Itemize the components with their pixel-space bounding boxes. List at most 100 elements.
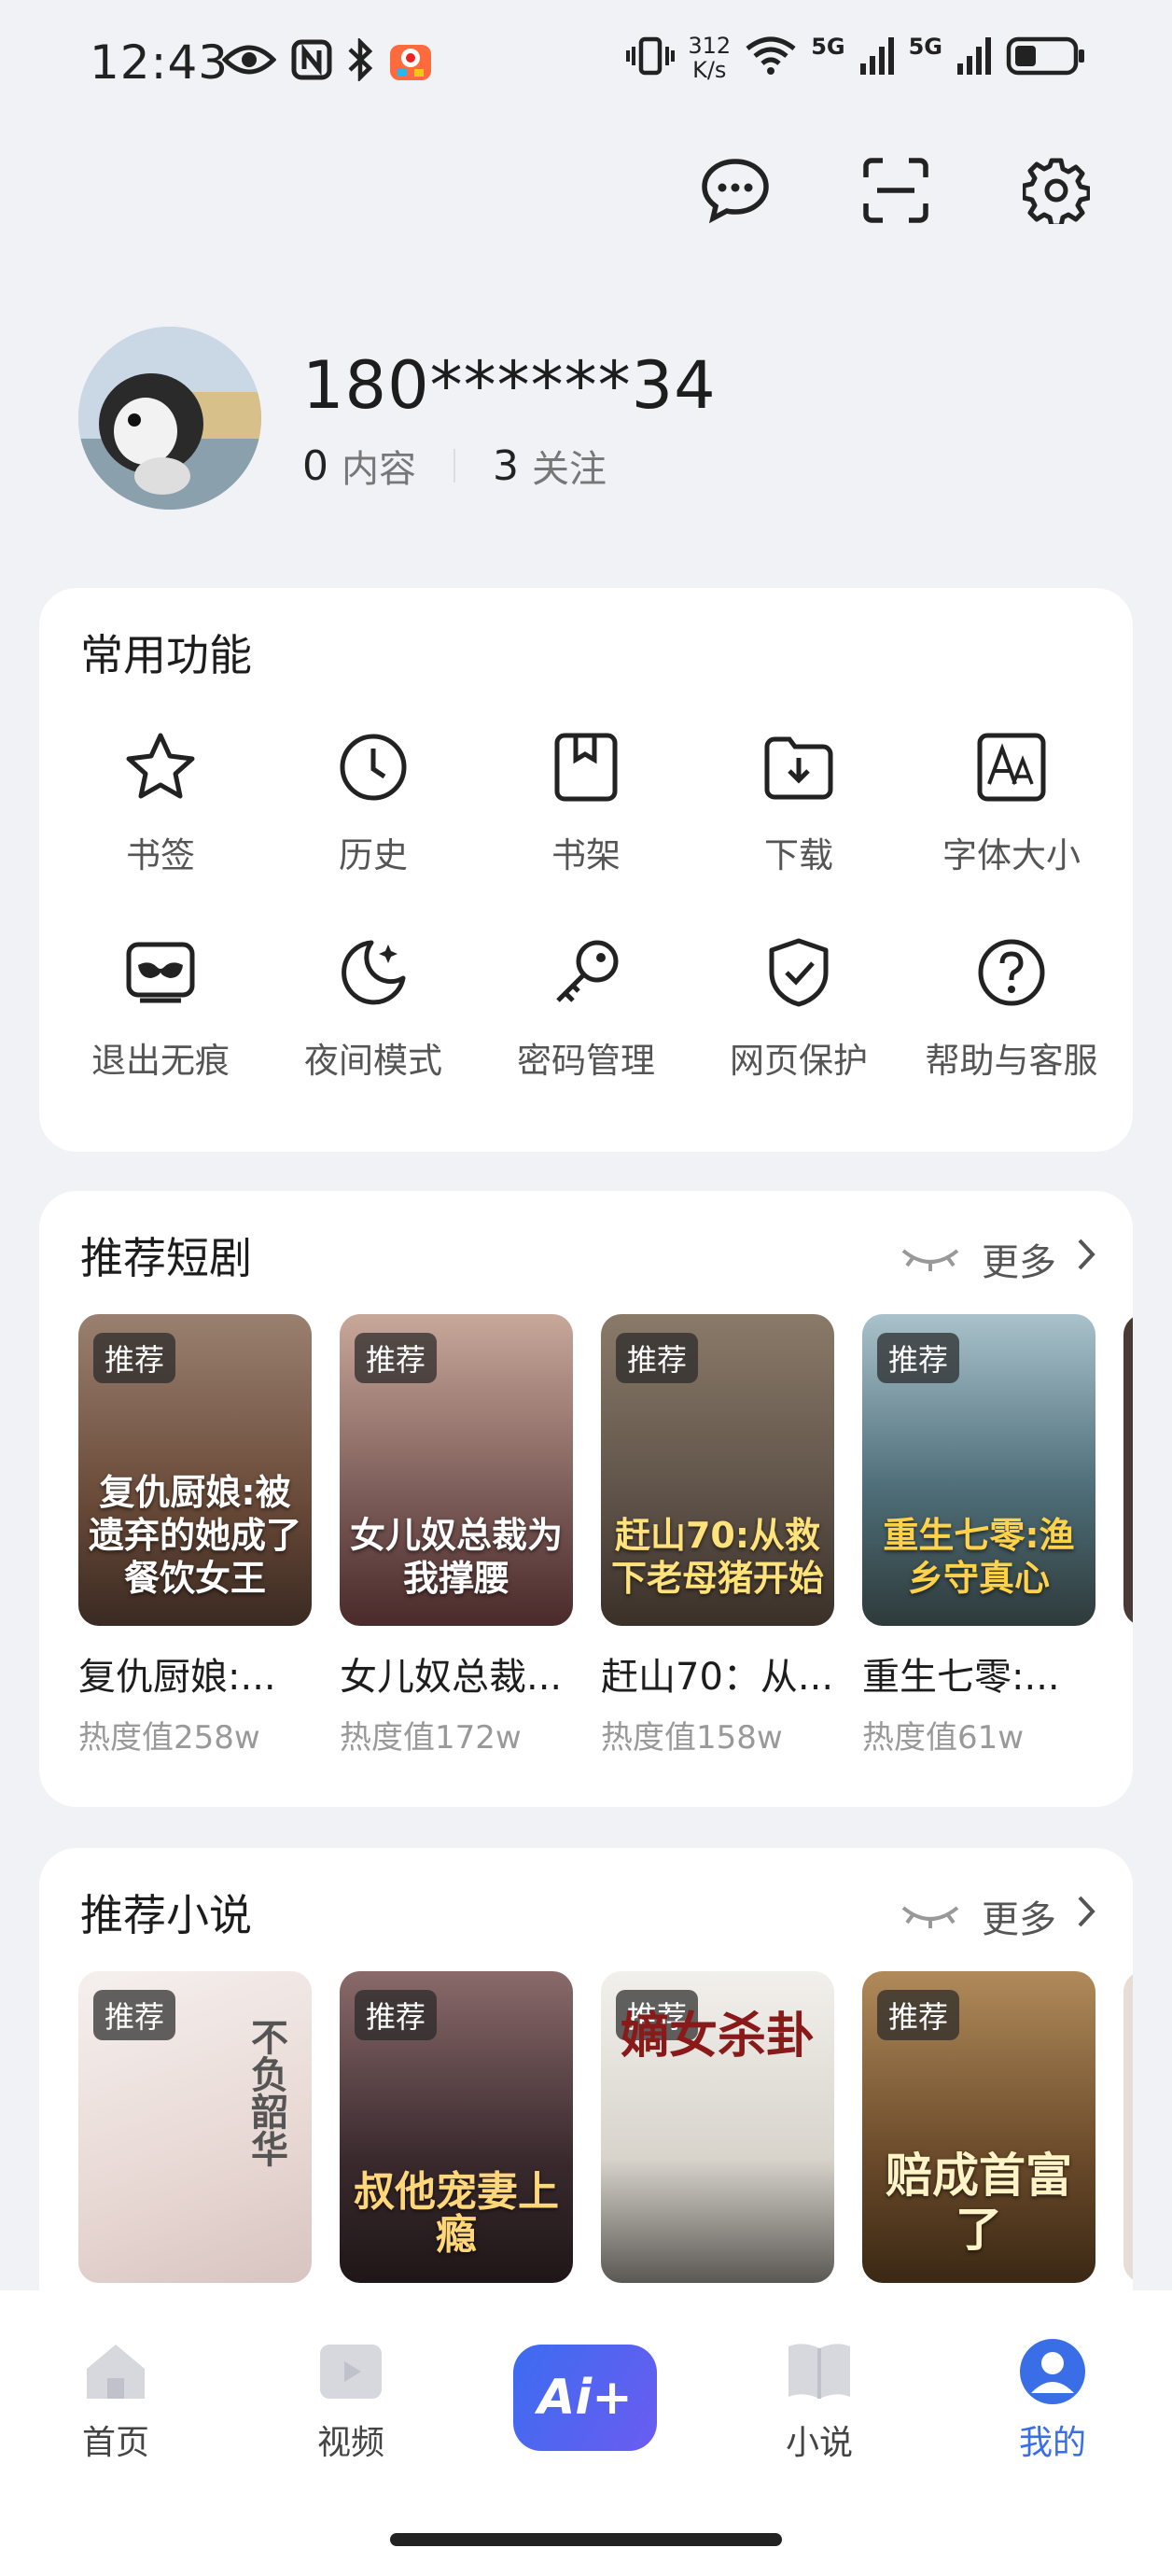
speed-value: 312 <box>688 33 732 59</box>
drama-title: 复仇厨娘:... <box>78 1656 276 1699</box>
novel-cover[interactable]: 推荐 赔成首富了 <box>862 1971 1095 2283</box>
network-speed: 312 K/s <box>688 34 731 82</box>
bluetooth-icon <box>347 36 373 85</box>
key-icon <box>547 933 625 1012</box>
user-name[interactable]: 180******34 <box>302 347 717 424</box>
nav-home[interactable]: 首页 <box>41 2337 190 2464</box>
clock-icon <box>334 728 412 806</box>
home-icon <box>81 2337 150 2406</box>
follow-count[interactable]: 3 <box>493 442 519 490</box>
drama-title: 重生七零:... <box>862 1656 1060 1699</box>
star-icon <box>121 728 200 806</box>
cover-title: 赶山70:从救下老母猪开始 <box>610 1515 824 1599</box>
book-icon <box>785 2337 854 2406</box>
drama-heat: 热度值258w <box>78 1719 260 1757</box>
novel-item[interactable]: 推荐 赔成首富了 <box>862 1971 1095 2283</box>
follow-label[interactable]: 关注 <box>532 439 607 493</box>
chevron-right-icon <box>1077 1238 1095 1281</box>
avatar[interactable] <box>78 327 261 510</box>
battery-icon <box>1006 35 1086 80</box>
feature-web-protection[interactable]: 网页保护 <box>692 933 905 1083</box>
drama-item-peek[interactable] <box>1123 1314 1133 1757</box>
settings-button[interactable] <box>1021 157 1092 229</box>
drama-cover-peek[interactable] <box>1123 1314 1133 1626</box>
drama-item[interactable]: 推荐 重生七零:渔乡守真心 重生七零:... 热度值61w <box>862 1314 1095 1757</box>
feature-label: 夜间模式 <box>304 1041 442 1081</box>
feature-history[interactable]: 历史 <box>267 728 480 877</box>
cover-title: 重生七零:渔乡守真心 <box>883 1515 1075 1599</box>
drama-cover[interactable]: 推荐 女儿奴总裁为我撑腰 <box>340 1314 573 1626</box>
drama-cover[interactable]: 推荐 赶山70:从救下老母猪开始 <box>601 1314 834 1626</box>
hide-eye-icon[interactable] <box>900 1895 961 1938</box>
recommend-badge: 推荐 <box>355 1990 438 2040</box>
drama-item[interactable]: 推荐 复仇厨娘:被遗弃的她成了餐饮女王 复仇厨娘:... 热度值258w <box>78 1314 312 1757</box>
video-icon <box>316 2337 385 2406</box>
drama-item[interactable]: 推荐 赶山70:从救下老母猪开始 赶山70：从... 热度值158w <box>601 1314 834 1757</box>
drama-title: 女儿奴总裁... <box>340 1656 563 1699</box>
top-actions <box>700 157 1092 229</box>
cover-title: 嫡女杀卦 <box>620 2009 815 2065</box>
hide-eye-icon[interactable] <box>900 1238 961 1281</box>
ai-assistant-button[interactable]: Ai+ <box>513 2345 657 2451</box>
status-bar: 12:43 312 K/s 5G 5G <box>0 0 1172 131</box>
scan-button[interactable] <box>860 157 931 228</box>
feature-night-mode[interactable]: 夜间模式 <box>267 933 480 1083</box>
content-label[interactable]: 内容 <box>342 439 416 493</box>
nav-novel[interactable]: 小说 <box>745 2337 894 2464</box>
feature-help[interactable]: 帮助与客服 <box>905 933 1118 1083</box>
novel-item-peek[interactable] <box>1123 1971 1133 2283</box>
drama-cover[interactable]: 推荐 重生七零:渔乡守真心 <box>862 1314 1095 1626</box>
feature-label: 下载 <box>764 835 833 875</box>
nav-mine[interactable]: 我的 <box>978 2337 1127 2464</box>
recommend-badge: 推荐 <box>877 1333 960 1383</box>
recommended-dramas-card: 推荐短剧 更多 推荐 复仇厨娘:被遗弃的她成了餐饮女王 复仇厨娘:... 热度值… <box>39 1191 1133 1807</box>
user-stats: 0 内容 3 关注 <box>302 439 607 493</box>
novel-item[interactable]: 推荐 不负韶华 <box>78 1971 312 2283</box>
drama-item[interactable]: 推荐 女儿奴总裁为我撑腰 女儿奴总裁... 热度值172w <box>340 1314 573 1757</box>
features-grid: 书签 历史 书架 下载 字体大小 退出无痕 夜间模式 密码管理 网页保护 帮助与… <box>39 728 1133 1083</box>
font-size-icon <box>972 728 1051 806</box>
status-left-icons <box>221 36 433 86</box>
drama-cover[interactable]: 推荐 复仇厨娘:被遗弃的她成了餐饮女王 <box>78 1314 312 1626</box>
dramas-row: 推荐 复仇厨娘:被遗弃的她成了餐饮女王 复仇厨娘:... 热度值258w 推荐 … <box>78 1314 1133 1757</box>
net-label-1: 5G <box>811 34 845 60</box>
feature-label: 历史 <box>339 835 408 875</box>
wifi-icon <box>744 35 798 80</box>
home-indicator[interactable] <box>390 2533 782 2546</box>
drama-heat: 热度值172w <box>340 1719 522 1757</box>
novels-more[interactable]: 更多 <box>900 1889 1095 1943</box>
feature-download[interactable]: 下载 <box>692 728 905 877</box>
drama-heat: 热度值158w <box>601 1719 783 1757</box>
cover-title: 不负韶华 <box>244 2018 287 2167</box>
settings-icon <box>1021 157 1092 229</box>
feature-password-manager[interactable]: 密码管理 <box>480 933 692 1083</box>
novel-cover-peek[interactable] <box>1123 1971 1133 2283</box>
content-count[interactable]: 0 <box>302 442 328 490</box>
message-button[interactable] <box>700 157 771 228</box>
message-icon <box>700 157 771 228</box>
novel-cover[interactable]: 推荐 不负韶华 <box>78 1971 312 2283</box>
novels-title: 推荐小说 <box>80 1890 252 1940</box>
feature-label: 字体大小 <box>942 835 1081 875</box>
signal-icon-2 <box>956 35 993 80</box>
dramas-more[interactable]: 更多 <box>900 1232 1095 1286</box>
novels-row: 推荐 不负韶华 推荐 叔他宠妻上瘾 推荐 嫡女杀卦 推荐 赔成首富了 <box>78 1971 1133 2283</box>
feature-exit-incognito[interactable]: 退出无痕 <box>54 933 267 1083</box>
recommend-badge: 推荐 <box>877 1990 960 2040</box>
recommend-badge: 推荐 <box>93 1333 176 1383</box>
novel-item[interactable]: 推荐 嫡女杀卦 <box>601 1971 834 2283</box>
novel-item[interactable]: 推荐 叔他宠妻上瘾 <box>340 1971 573 2283</box>
novel-cover[interactable]: 推荐 叔他宠妻上瘾 <box>340 1971 573 2283</box>
download-icon <box>760 728 838 806</box>
feature-label: 书架 <box>551 835 621 875</box>
nav-video[interactable]: 视频 <box>276 2337 426 2464</box>
feature-bookshelf[interactable]: 书架 <box>480 728 692 877</box>
novel-cover[interactable]: 推荐 嫡女杀卦 <box>601 1971 834 2283</box>
cover-title: 赔成首富了 <box>886 2149 1072 2257</box>
feature-font-size[interactable]: 字体大小 <box>905 728 1118 877</box>
scan-icon <box>862 157 929 228</box>
recommend-badge: 推荐 <box>93 1990 176 2040</box>
nav-home-label: 首页 <box>81 2424 149 2462</box>
feature-bookmark[interactable]: 书签 <box>54 728 267 877</box>
nav-video-label: 视频 <box>316 2424 384 2462</box>
